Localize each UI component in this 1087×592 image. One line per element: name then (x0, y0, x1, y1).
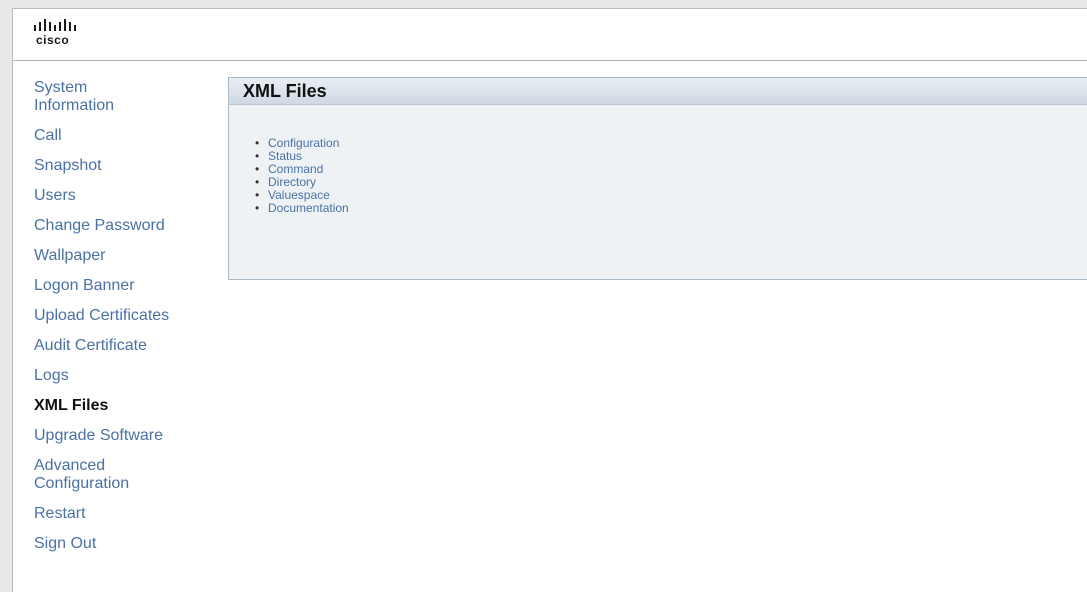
bullet-icon: • (255, 201, 260, 215)
sidebar-item-logon-banner[interactable]: Logon Banner (34, 277, 214, 295)
link-label: Configuration (268, 136, 340, 150)
page-frame: cisco System Information Call Snapshot U… (12, 8, 1087, 592)
sidebar-item-sign-out[interactable]: Sign Out (34, 535, 214, 553)
xml-files-panel: XML Files • Configuration • Status • Comman… (228, 77, 1087, 280)
sidebar-item-restart[interactable]: Restart (34, 505, 214, 523)
sidebar-item-upload-certificates[interactable]: Upload Certificates (34, 307, 214, 325)
logo-text: cisco (36, 33, 70, 47)
sidebar-item-wallpaper[interactable]: Wallpaper (34, 247, 214, 265)
sidebar-item-system-information[interactable]: System Information (34, 79, 144, 115)
sidebar-item-users[interactable]: Users (34, 187, 214, 205)
link-label: Command (268, 162, 324, 176)
sidebar-item-audit-certificate[interactable]: Audit Certificate (34, 337, 214, 355)
header: cisco (13, 9, 1087, 61)
link-documentation[interactable]: • Documentation (255, 202, 349, 215)
sidebar-item-advanced-configuration[interactable]: Advanced Configuration (34, 457, 144, 493)
sidebar-item-snapshot[interactable]: Snapshot (34, 157, 214, 175)
link-label: Valuespace (268, 188, 330, 202)
sidebar-item-change-password[interactable]: Change Password (34, 217, 214, 235)
cisco-bridge-icon (34, 19, 76, 31)
xml-file-links: • Configuration • Status • Command • Directo… (255, 137, 349, 215)
sidebar-nav: System Information Call Snapshot Users C… (34, 79, 214, 565)
page-title: XML Files (229, 78, 1087, 105)
cisco-logo[interactable]: cisco (34, 19, 94, 53)
sidebar-item-call[interactable]: Call (34, 127, 214, 145)
sidebar-item-logs[interactable]: Logs (34, 367, 214, 385)
sidebar-item-xml-files[interactable]: XML Files (34, 397, 214, 415)
link-label: Status (268, 149, 303, 163)
link-label: Directory (268, 175, 317, 189)
sidebar-item-upgrade-software[interactable]: Upgrade Software (34, 427, 214, 445)
link-label: Documentation (268, 201, 349, 215)
